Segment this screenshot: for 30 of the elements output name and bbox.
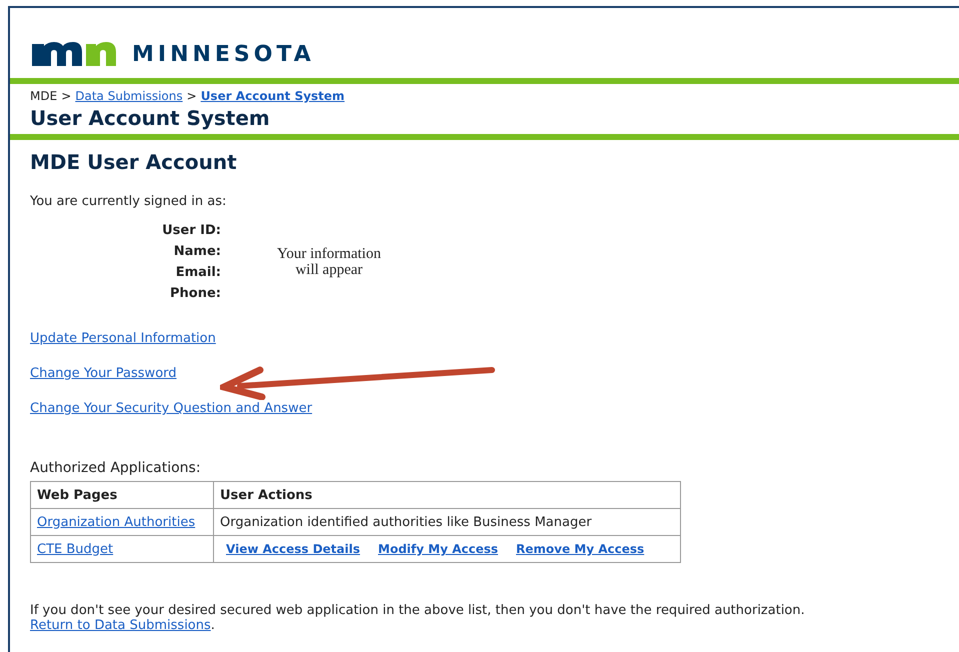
column-header: User Actions [214,482,680,508]
breadcrumb-separator: > [61,89,72,103]
punctuation-text: . [210,618,215,633]
info-note: Your information will appear [276,246,382,278]
action-link[interactable]: Modify My Access [378,542,498,556]
return-link[interactable]: Return to Data Submissions [30,618,211,633]
breadcrumb-separator: > [186,89,197,103]
field-label: Email: [176,265,221,280]
apps-heading: Authorized Applications: [30,460,202,476]
description-text: Organization identified authorities like Business Manager [220,514,592,530]
logo-icon [32,40,118,68]
authorization-note: If you don't see your desired secured web application in the above list, then you don't have the required authorization. [30,603,806,618]
account-link[interactable]: Change Your Security Question and Answer [30,401,312,416]
account-link[interactable]: Update Personal Information [30,331,216,346]
breadcrumb-link[interactable]: User Account System [200,89,345,103]
column-header: Web Pages [30,482,214,508]
page-title: MDE User Account [30,150,238,174]
breadcrumb-link[interactable]: Data Submissions [75,89,183,103]
action-link[interactable]: Remove My Access [516,542,644,556]
app-link[interactable]: CTE Budget [37,542,114,556]
state-wordmark: MINNESOTA [132,42,315,66]
account-link[interactable]: Change Your Password [30,366,177,381]
app-link[interactable]: Organization Authorities [37,514,196,530]
signed-in-text: You are currently signed in as: [30,194,228,209]
section-title: User Account System [29,105,271,132]
breadcrumb-text: MDE [30,89,58,103]
field-label: User ID: [162,223,221,238]
action-link[interactable]: View Access Details [226,542,360,556]
field-label: Name: [174,244,221,259]
field-label: Phone: [170,286,221,301]
